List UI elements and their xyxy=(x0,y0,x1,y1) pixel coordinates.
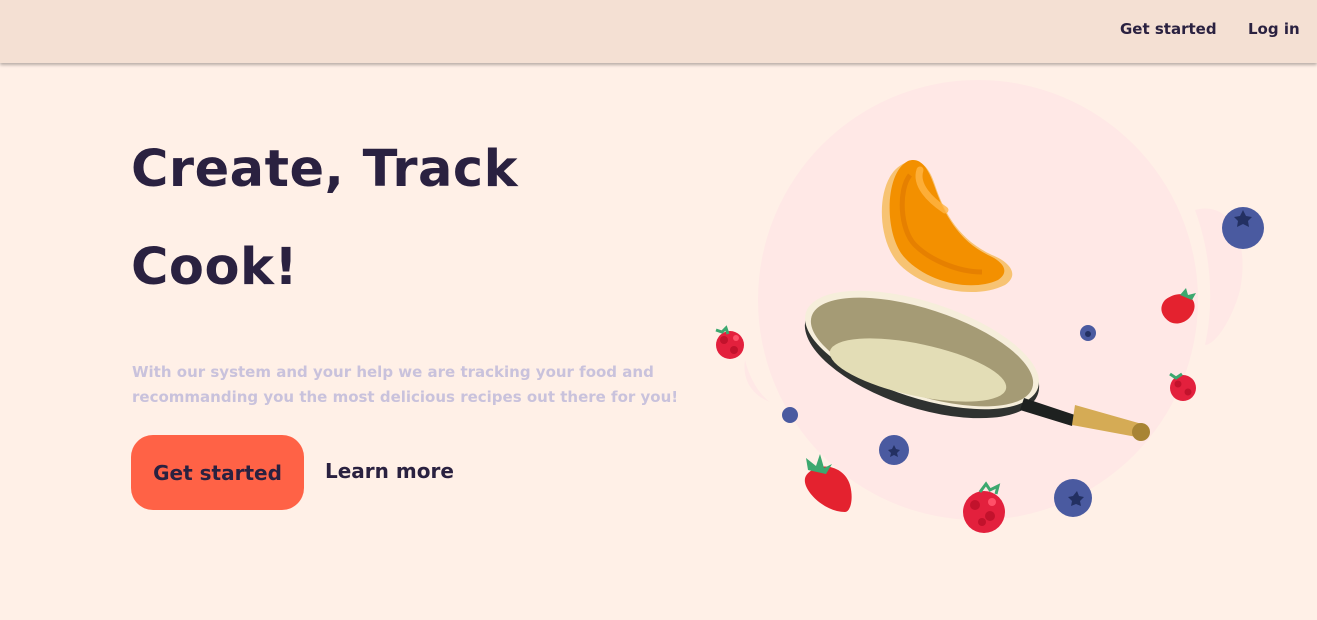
blueberry-icon xyxy=(1222,207,1264,249)
raspberry-icon xyxy=(715,325,744,359)
hero-description: With our system and your help we are tra… xyxy=(132,363,679,406)
blueberry-icon xyxy=(782,407,798,423)
learn-more-link[interactable]: Learn more xyxy=(325,459,454,483)
hero-title-line-2: Cook! xyxy=(131,238,299,297)
top-navigation-bar: Get started Log in xyxy=(0,0,1317,63)
hero-title-line-1: Create, Track xyxy=(131,140,519,199)
get-started-button[interactable]: Get started xyxy=(131,435,304,510)
raspberry-icon xyxy=(1169,372,1196,401)
blueberry-icon xyxy=(879,435,909,465)
nav-get-started-link[interactable]: Get started xyxy=(1120,20,1217,38)
hero-illustration xyxy=(715,80,1264,533)
blueberry-icon xyxy=(1054,479,1092,517)
blueberry-icon xyxy=(1080,325,1096,341)
nav-log-in-link[interactable]: Log in xyxy=(1248,20,1300,38)
